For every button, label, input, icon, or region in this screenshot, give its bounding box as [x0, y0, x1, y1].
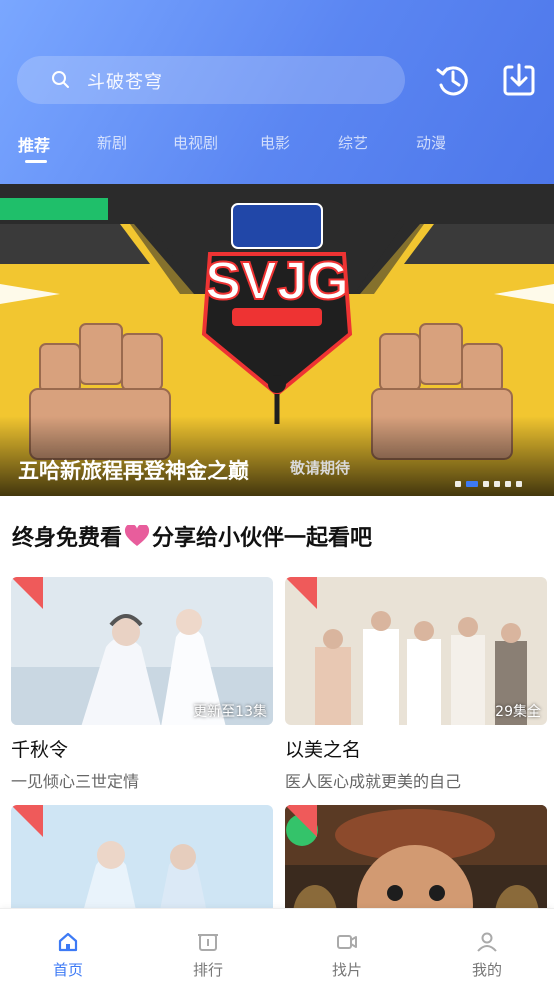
history-icon[interactable] — [434, 61, 472, 99]
hot-tag — [11, 805, 43, 837]
banner-pager — [455, 481, 522, 487]
tab-recommend[interactable]: 推荐 — [18, 132, 50, 156]
show-description: 医人医心成就更美的自己 — [285, 772, 462, 791]
show-thumbnail[interactable]: 29集全 — [285, 577, 547, 725]
pager-dot[interactable] — [494, 481, 500, 487]
nav-ranking[interactable]: 排行 — [168, 931, 248, 980]
search-icon — [52, 71, 69, 88]
section-title: 终身免费看 分享给小伙伴一起看吧 — [12, 520, 372, 552]
tab-movies[interactable]: 电影 — [260, 132, 290, 153]
hot-tag — [11, 577, 43, 609]
episode-count: 29集全 — [495, 704, 541, 720]
banner-title: 五哈新旅程再登神金之巅 — [18, 459, 249, 483]
show-title[interactable]: 以美之名 — [285, 735, 547, 762]
active-tab-indicator — [25, 160, 47, 163]
show-description: 一见倾心三世定情 — [11, 772, 140, 791]
download-icon[interactable] — [500, 61, 538, 99]
heart-icon — [125, 525, 150, 546]
bottom-navigation: 首页 排行 找片 我的 — [0, 908, 554, 999]
tab-variety[interactable]: 综艺 — [338, 132, 368, 153]
show-thumbnail[interactable]: 更新至13集 — [11, 577, 273, 725]
nav-discover-label: 找片 — [331, 961, 362, 979]
show-title[interactable]: 千秋令 — [11, 735, 273, 762]
profile-icon — [477, 932, 497, 952]
tab-tv-series[interactable]: 电视剧 — [173, 132, 218, 153]
video-icon — [337, 935, 357, 949]
pager-dot[interactable] — [505, 481, 511, 487]
home-icon — [58, 932, 78, 952]
pager-dot[interactable] — [455, 481, 461, 487]
tab-anime[interactable]: 动漫 — [416, 132, 446, 153]
nav-home-label: 首页 — [52, 961, 83, 979]
svg-text:SVJG: SVJG — [205, 251, 349, 311]
show-card[interactable]: 29集全 以美之名 医人医心成就更美的自己 — [285, 577, 547, 792]
nav-discover[interactable]: 找片 — [307, 931, 387, 980]
search-input[interactable]: 斗破苍穹 — [87, 68, 163, 94]
episode-count: 更新至13集 — [193, 704, 267, 720]
pager-dot[interactable] — [483, 481, 489, 487]
pager-dot[interactable] — [516, 481, 522, 487]
category-tabs: 推荐 新剧 电视剧 电影 综艺 动漫 — [0, 128, 554, 168]
section-title-left: 终身免费看 — [12, 526, 123, 551]
nav-profile-label: 我的 — [471, 961, 502, 979]
banner-carousel[interactable]: SVJG — [0, 184, 554, 496]
nav-ranking-label: 排行 — [192, 961, 223, 979]
nav-home[interactable]: 首页 — [28, 931, 108, 980]
banner-subtitle: 敬请期待 — [290, 459, 351, 477]
hot-tag — [285, 805, 317, 837]
ranking-icon — [198, 934, 218, 951]
section-title-right: 分享给小伙伴一起看吧 — [152, 526, 373, 551]
hot-tag — [285, 577, 317, 609]
nav-profile[interactable]: 我的 — [447, 931, 527, 980]
pager-dot-active[interactable] — [466, 481, 478, 487]
tab-new-drama[interactable]: 新剧 — [97, 132, 127, 153]
header: 斗破苍穹 推荐 新剧 电视剧 电影 综艺 动漫 — [0, 0, 554, 184]
search-bar[interactable]: 斗破苍穹 — [17, 56, 405, 104]
show-card[interactable]: 更新至13集 千秋令 一见倾心三世定情 — [11, 577, 273, 792]
